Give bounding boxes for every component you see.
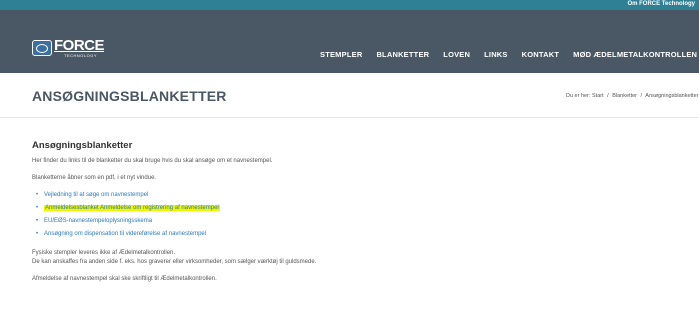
- breadcrumb-separator: /: [607, 93, 609, 99]
- main-navbar: FORCE TECHNOLOGY STEMPLER BLANKETTER LOV…: [0, 10, 699, 73]
- main-menu: STEMPLER BLANKETTER LOVEN LINKS KONTAKT …: [320, 50, 699, 59]
- menu-item-mod-aedelmetalkontrollen[interactable]: MØD ÆDELMETALKONTROLLEN: [573, 50, 697, 59]
- form-link-eu-eos[interactable]: EU/EØS-navnestempeloplysningsskema: [44, 218, 152, 224]
- list-item: EU/EØS-navnestempeloplysningsskema: [32, 217, 672, 225]
- page-title: ANSØGNINGSBLANKETTER: [32, 88, 227, 104]
- force-logo-icon: [32, 40, 52, 56]
- logo-name: FORCE: [54, 37, 105, 54]
- physical-stamps-text: Fysiske stempler leveres ikke af Ædelmet…: [32, 250, 176, 256]
- list-item: Vejledning til at søge om navnestempel: [32, 191, 672, 199]
- breadcrumb-separator: /: [640, 93, 643, 99]
- breadcrumb-item-blanketter[interactable]: Blanketter: [612, 93, 637, 99]
- list-item: Anmeldelsesblanket Anmeldelse om registr…: [32, 204, 672, 212]
- page-title-bar: ANSØGNINGSBLANKETTER Du er her: Start / …: [0, 73, 699, 118]
- top-utility-bar: Om FORCE Technology: [0, 0, 699, 10]
- logo-wordmark: FORCE TECHNOLOGY: [54, 37, 105, 58]
- form-links-list: Vejledning til at søge om navnestempel A…: [32, 191, 672, 238]
- main-content: Ansøgningsblanketter Her finder du links…: [32, 140, 672, 284]
- deregistration-text: Afmeldelse af navnestempel skal ske skri…: [32, 276, 217, 282]
- pdf-note: Blanketterne åbner som en pdf, i et nyt …: [32, 175, 157, 181]
- list-item: Ansøgning om dispensation til videreføre…: [32, 230, 672, 238]
- breadcrumb-item-current: Ansøgningsblanketter: [645, 93, 699, 99]
- intro-text: Her finder du links til de blanketter du…: [32, 158, 273, 164]
- form-link-anmeldelsesblanket[interactable]: Anmeldelsesblanket Anmeldelse om registr…: [44, 205, 220, 211]
- menu-item-loven[interactable]: LOVEN: [443, 50, 470, 59]
- menu-item-links[interactable]: LINKS: [484, 50, 508, 59]
- breadcrumb-item-start[interactable]: Start: [592, 93, 604, 99]
- section-heading: Ansøgningsblanketter: [32, 140, 133, 151]
- menu-item-stempler[interactable]: STEMPLER: [320, 50, 362, 59]
- logo-sub: TECHNOLOGY: [64, 53, 98, 58]
- menu-item-blanketter[interactable]: BLANKETTER: [376, 50, 429, 59]
- force-logo[interactable]: FORCE TECHNOLOGY: [32, 36, 106, 60]
- menu-item-kontakt[interactable]: KONTAKT: [522, 50, 560, 59]
- breadcrumb: Du er her: Start / Blanketter / Ansøgnin…: [566, 93, 698, 99]
- acquire-text: De kan anskaffes fra anden side f. eks. …: [32, 259, 317, 265]
- form-link-vejledning[interactable]: Vejledning til at søge om navnestempel: [44, 192, 148, 198]
- breadcrumb-prefix: Du er her:: [566, 93, 591, 99]
- about-force-link[interactable]: Om FORCE Technology: [627, 1, 695, 7]
- form-link-dispensation[interactable]: Ansøgning om dispensation til videreføre…: [44, 231, 206, 237]
